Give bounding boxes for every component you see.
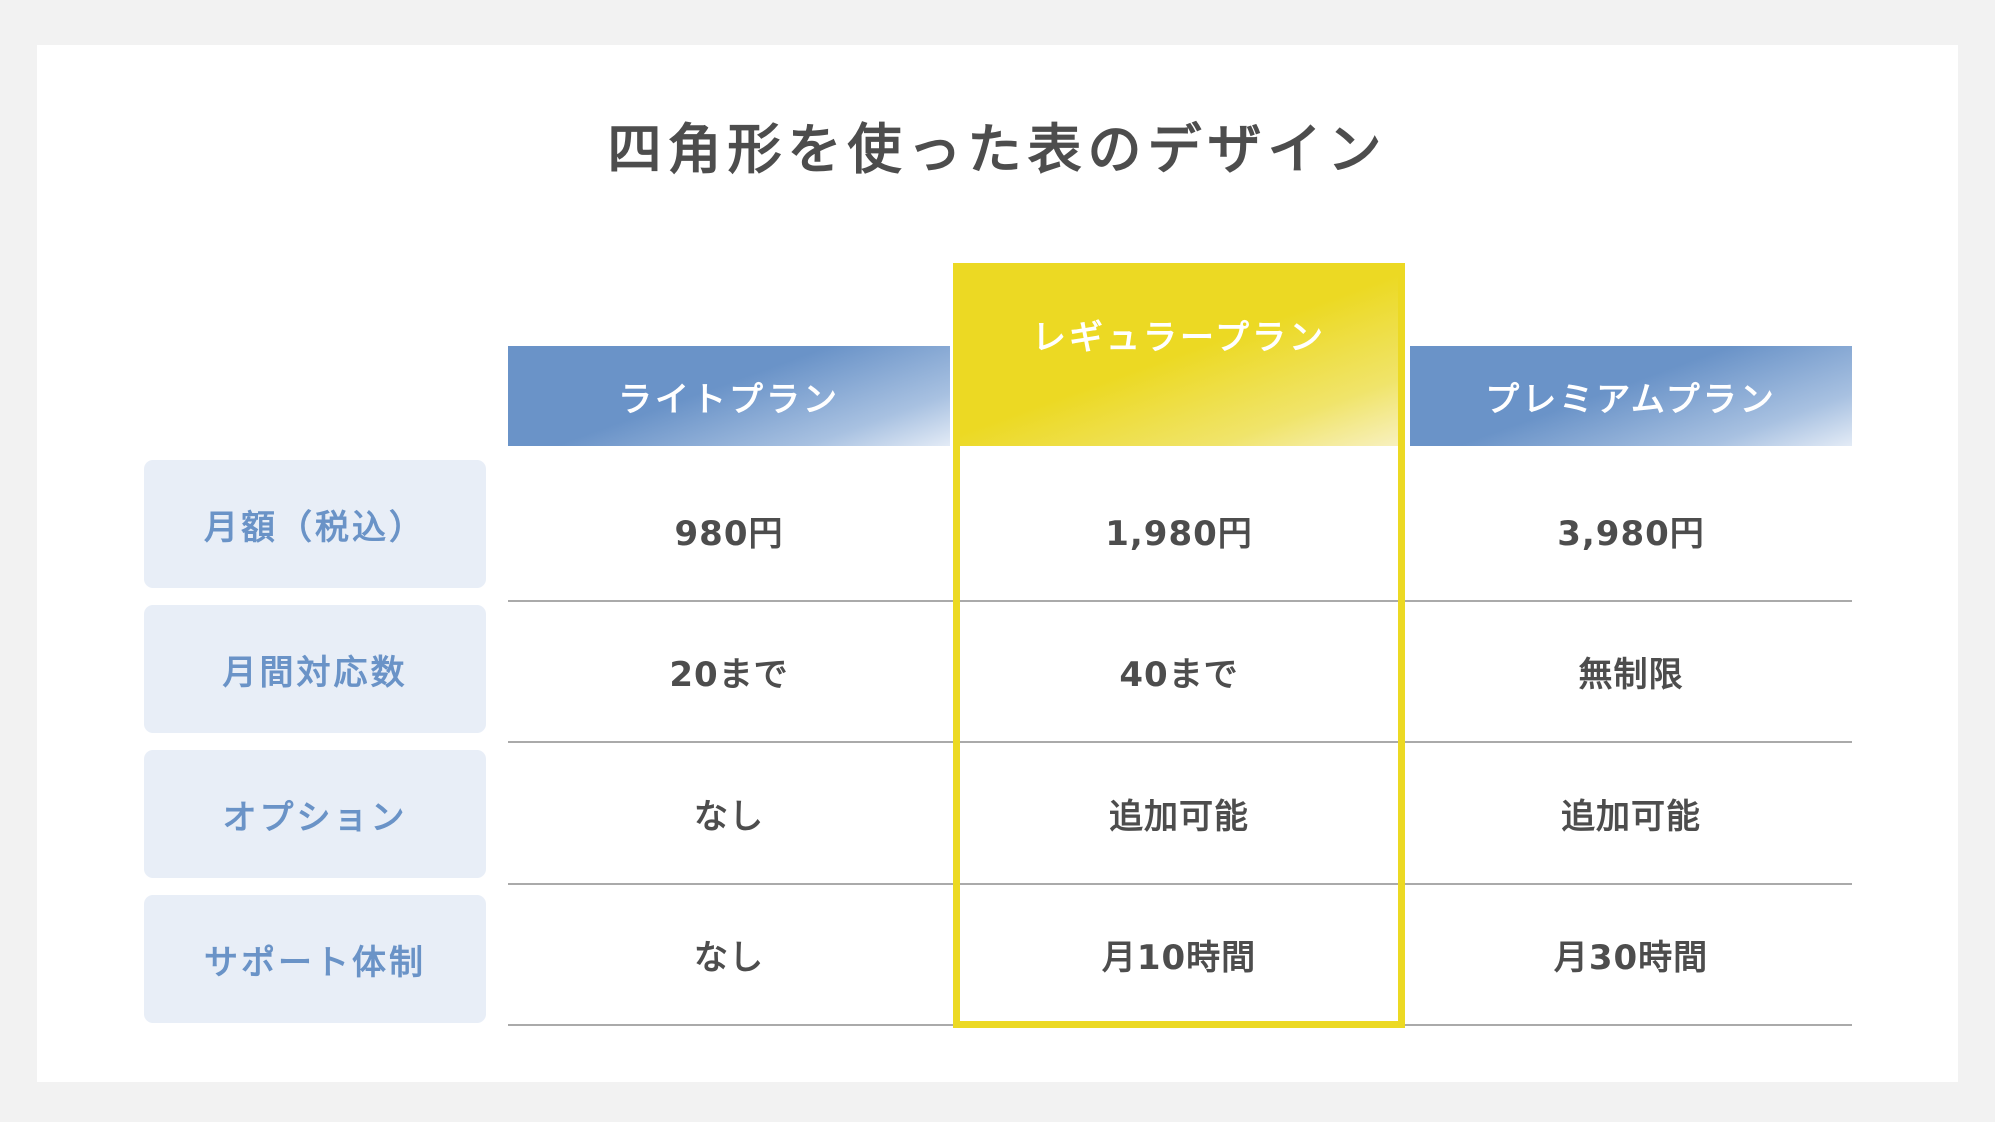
table-cell: 980円 bbox=[674, 513, 784, 554]
table-cell: 3,980円 bbox=[1557, 513, 1705, 554]
table-cell: 40まで bbox=[1119, 654, 1239, 695]
table-cell: 月10時間 bbox=[1101, 937, 1257, 978]
column-header-premium-plan: プレミアムプラン bbox=[1410, 346, 1852, 446]
table-cell: 月30時間 bbox=[1553, 937, 1709, 978]
row-label-support: サポート体制 bbox=[144, 895, 486, 1023]
row-label-monthly-fee: 月額（税込） bbox=[144, 460, 486, 588]
row-separator bbox=[508, 1024, 1852, 1026]
table-cell: 1,980円 bbox=[1105, 513, 1253, 554]
table-cell: 追加可能 bbox=[1561, 796, 1701, 837]
table-cell: 無制限 bbox=[1578, 654, 1684, 695]
page-title: 四角形を使った表のデザイン bbox=[607, 118, 1388, 181]
row-label-options: オプション bbox=[144, 750, 486, 878]
table-cell: 追加可能 bbox=[1109, 796, 1249, 837]
column-header-light-plan: ライトプラン bbox=[508, 346, 950, 446]
row-label-monthly-capacity: 月間対応数 bbox=[144, 605, 486, 733]
table-cell: なし bbox=[694, 937, 764, 978]
column-header-regular-plan: レギュラープラン bbox=[953, 263, 1405, 446]
table-cell: 20まで bbox=[669, 654, 789, 695]
table-cell: なし bbox=[694, 796, 764, 837]
